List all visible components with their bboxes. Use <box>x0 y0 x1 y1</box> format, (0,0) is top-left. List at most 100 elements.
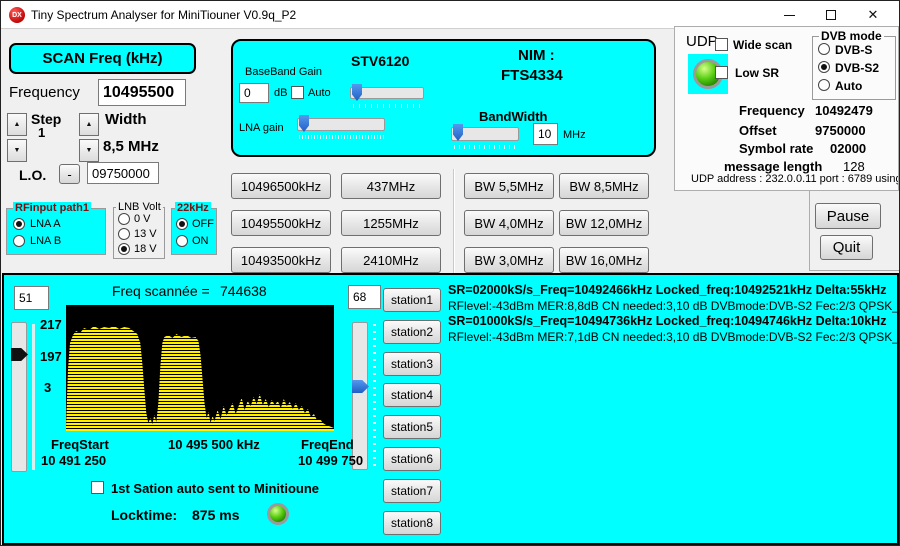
bw-12-0-button[interactable]: BW 12,0MHz <box>559 210 649 236</box>
lo-minus-button[interactable]: - <box>59 164 80 184</box>
radio-dvb-auto[interactable] <box>818 79 830 91</box>
step-down-button[interactable]: ▼ <box>7 139 27 162</box>
preset-freq-3-button[interactable]: 10493500kHz <box>231 247 331 273</box>
udp-info-box: UDP Wide scan Low SR DVB mode DVB-S DVB-… <box>674 26 899 191</box>
radio-dvb-auto-label: Auto <box>835 79 862 93</box>
baseband-gain-input[interactable] <box>239 83 269 103</box>
station6-button[interactable]: station6 <box>383 447 441 471</box>
level-max-input[interactable] <box>348 285 381 309</box>
radio-lna-a[interactable] <box>13 218 25 230</box>
axis-label-top: 217 <box>40 317 62 332</box>
station8-button[interactable]: station8 <box>383 511 441 535</box>
close-button[interactable]: ✕ <box>853 1 893 29</box>
bw-8-5-button[interactable]: BW 8,5MHz <box>559 173 649 199</box>
status-line-3: SR=01000kS/s_Freq=10494736kHz Locked_fre… <box>448 314 886 328</box>
width-down-button[interactable]: ▼ <box>79 139 99 162</box>
station3-button[interactable]: station3 <box>383 352 441 376</box>
radio-22khz-on-label: ON <box>192 235 209 247</box>
rfinput-group: RFinput path1 LNA A LNA B <box>6 208 106 255</box>
wide-scan-checkbox[interactable] <box>715 38 728 51</box>
width-value: 8,5 MHz <box>103 138 159 155</box>
quit-button[interactable]: Quit <box>820 235 873 260</box>
radio-22khz-off-label: OFF <box>192 218 214 230</box>
wide-scan-label: Wide scan <box>733 38 792 52</box>
station4-button[interactable]: station4 <box>383 383 441 407</box>
low-sr-checkbox[interactable] <box>715 66 728 79</box>
spectrum-panel: Freq scannée = 744638 217 197 3 station1… <box>2 273 899 545</box>
station2-button[interactable]: station2 <box>383 320 441 344</box>
minimize-button[interactable] <box>769 1 809 29</box>
lna-gain-slider-ticks <box>299 135 384 139</box>
right-slider[interactable] <box>352 322 368 470</box>
tuned-frequency-label: Frequency <box>739 103 805 118</box>
pause-button[interactable]: Pause <box>815 203 881 229</box>
preset-mhz-3-button[interactable]: 2410MHz <box>341 247 441 273</box>
station1-button[interactable]: station1 <box>383 288 441 312</box>
preset-mhz-1-button[interactable]: 437MHz <box>341 173 441 199</box>
width-up-button[interactable]: ▲ <box>79 113 99 136</box>
tuner-panel: STV6120 NIM : FTS4334 BaseBand Gain dB A… <box>231 39 656 157</box>
auto-checkbox-label: Auto <box>308 87 331 99</box>
khz22-group: 22kHz OFF ON <box>171 208 217 255</box>
radio-22khz-on[interactable] <box>176 235 188 247</box>
lo-label: L.O. <box>19 167 46 183</box>
symbol-rate-label: Symbol rate <box>739 141 813 156</box>
left-slider[interactable] <box>11 322 27 472</box>
radio-13v[interactable] <box>118 228 130 240</box>
radio-lna-b[interactable] <box>13 235 25 247</box>
symbol-rate-value: 02000 <box>830 141 866 156</box>
app-icon: DX <box>9 7 25 23</box>
locktime-label: Locktime: <box>111 507 177 523</box>
lna-gain-slider[interactable] <box>297 118 385 131</box>
preset-freq-2-button[interactable]: 10495500kHz <box>231 210 331 236</box>
bandwidth-slider-ticks <box>454 145 518 149</box>
dvb-mode-group: DVB mode DVB-S DVB-S2 Auto <box>812 36 896 100</box>
mhz-label: MHz <box>563 129 586 141</box>
axis-label-mid: 197 <box>40 349 62 364</box>
radio-13v-label: 13 V <box>134 228 157 240</box>
radio-dvb-s[interactable] <box>818 43 830 55</box>
maximize-button[interactable] <box>811 1 851 29</box>
titlebar: DX Tiny Spectrum Analyser for MiniTioune… <box>1 1 899 29</box>
station5-button[interactable]: station5 <box>383 415 441 439</box>
freq-center-value: 10 495 500 kHz <box>168 437 260 452</box>
auto-checkbox[interactable] <box>291 86 304 99</box>
station7-button[interactable]: station7 <box>383 479 441 503</box>
bw-16-0-button[interactable]: BW 16,0MHz <box>559 247 649 273</box>
message-length-value: 128 <box>843 159 865 174</box>
lock-led-icon <box>267 503 289 525</box>
radio-22khz-off[interactable] <box>176 218 188 230</box>
preset-mhz-2-button[interactable]: 1255MHz <box>341 210 441 236</box>
right-slider-ticks <box>373 324 376 468</box>
auto-send-checkbox[interactable] <box>91 481 104 494</box>
divider <box>453 169 455 273</box>
spectrum-trace <box>66 305 334 431</box>
nim-model: FTS4334 <box>501 67 563 84</box>
radio-18v[interactable] <box>118 243 130 255</box>
radio-0v[interactable] <box>118 213 130 225</box>
freq-scanned-label: Freq scannée = <box>112 283 210 299</box>
udp-label: UDP <box>686 33 718 50</box>
frequency-input[interactable] <box>98 79 186 106</box>
radio-dvb-s2-label: DVB-S2 <box>835 61 879 75</box>
auto-send-label: 1st Sation auto sent to Minitioune <box>111 481 319 496</box>
bandwidth-input[interactable] <box>533 123 558 145</box>
level-min-input[interactable] <box>14 286 49 310</box>
freq-start-label: FreqStart <box>51 437 109 452</box>
lo-input[interactable] <box>87 162 159 184</box>
step-value: 1 <box>38 125 45 140</box>
bw-5-5-button[interactable]: BW 5,5MHz <box>464 173 554 199</box>
step-label: Step <box>31 111 61 127</box>
bw-3-0-button[interactable]: BW 3,0MHz <box>464 247 554 273</box>
freq-end-label: FreqEnd <box>301 437 354 452</box>
step-up-button[interactable]: ▲ <box>7 113 27 136</box>
radio-dvb-s2[interactable] <box>818 61 830 73</box>
width-label: Width <box>105 111 147 128</box>
status-line-4: RFlevel:-43dBm MER:7,1dB CN needed:3,10 … <box>448 330 900 344</box>
minimize-icon <box>784 15 795 16</box>
bw-4-0-button[interactable]: BW 4,0MHz <box>464 210 554 236</box>
scan-freq-button[interactable]: SCAN Freq (kHz) <box>9 43 196 74</box>
preset-freq-1-button[interactable]: 10496500kHz <box>231 173 331 199</box>
offset-value: 9750000 <box>815 123 866 138</box>
message-length-label: message length <box>724 159 822 174</box>
